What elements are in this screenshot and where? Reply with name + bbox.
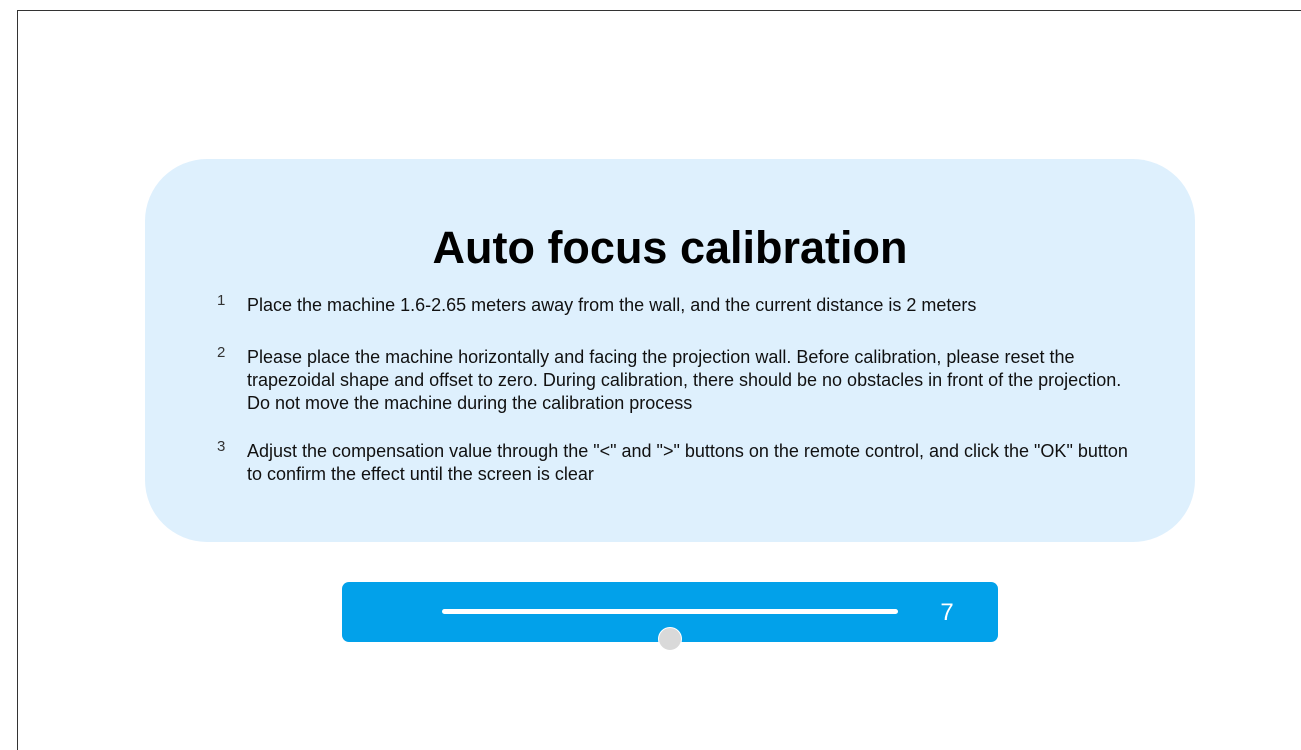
page-title: Auto focus calibration — [432, 222, 908, 273]
compensation-slider-bar[interactable]: 7 — [342, 582, 998, 651]
step-text: Adjust the compensation value through th… — [247, 441, 1128, 484]
slider-value: 7 — [940, 599, 954, 626]
slider-track[interactable] — [442, 609, 898, 651]
step-text: Please place the machine horizontally an… — [247, 347, 1122, 413]
calibration-card: Auto focus calibration 1 Place the machi… — [145, 159, 1195, 542]
step-text: Place the machine 1.6-2.65 meters away f… — [247, 295, 977, 315]
step-number: 3 — [217, 438, 226, 455]
step-number: 2 — [217, 344, 226, 361]
slider-thumb[interactable] — [658, 627, 682, 651]
step-number: 1 — [217, 292, 226, 309]
